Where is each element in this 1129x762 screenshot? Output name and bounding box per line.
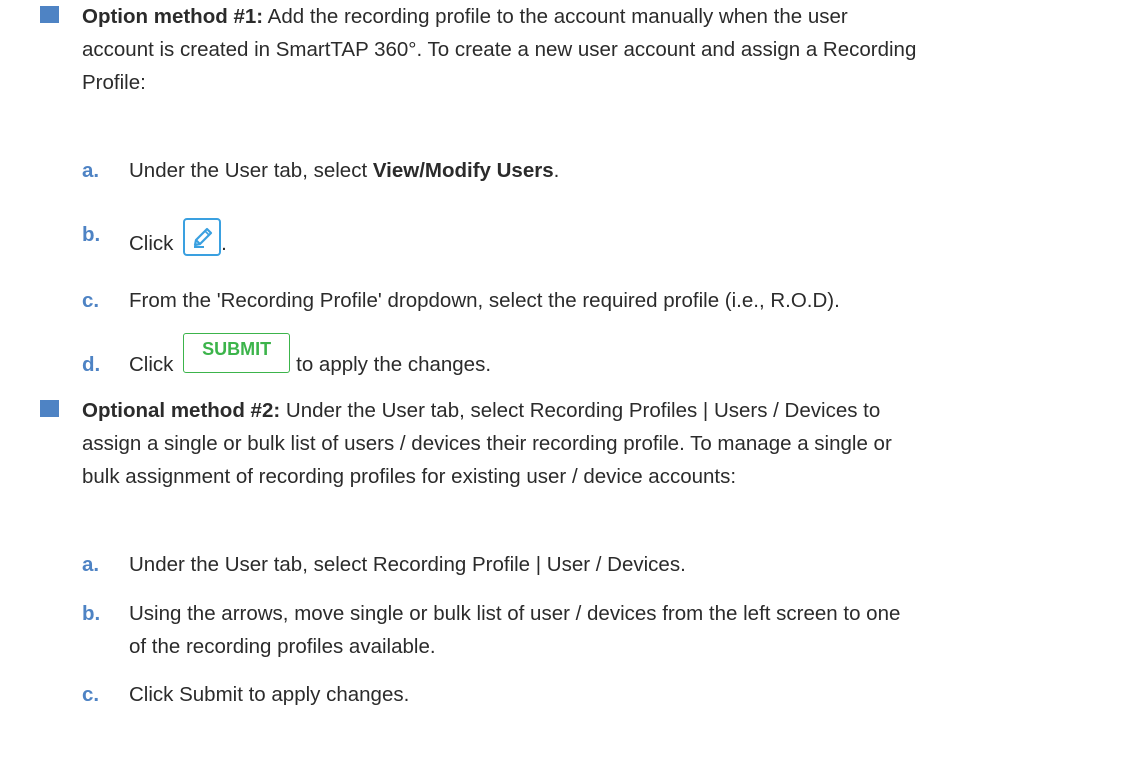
step-letter: c. <box>82 683 100 706</box>
method1-step-a: Under the User tab, select View/Modify U… <box>129 154 1089 187</box>
step-letter: b. <box>82 602 101 625</box>
method1-line1: Add the recording profile to the account… <box>267 5 848 28</box>
method2-step-a: Under the User tab, select Recording Pro… <box>129 553 686 576</box>
step-letter: c. <box>82 289 100 312</box>
method1-step-b: Click . <box>129 218 1089 260</box>
step-letter: a. <box>82 159 100 182</box>
method1-line2: account is created in SmartTAP 360°. To … <box>82 38 917 61</box>
bullet-square-icon <box>40 6 59 23</box>
view-modify-users-label: View/Modify Users <box>372 159 554 182</box>
method2-step-b: Using the arrows, move single or bulk li… <box>129 597 1089 663</box>
document-page: Option method #1: Add the recording prof… <box>0 0 1129 762</box>
method2-line1: Under the User tab, select Recording Pro… <box>285 399 881 422</box>
method1-line3: Profile: <box>82 71 146 94</box>
method2-line2: assign a single or bulk list of users / … <box>82 432 892 455</box>
step-text: Under the User tab, select <box>129 159 373 182</box>
bullet-square-icon <box>40 400 59 417</box>
step-text: . <box>553 159 560 182</box>
method1-step-d: Click SUBMITto apply the changes. <box>129 333 1089 393</box>
step-letter: b. <box>82 223 101 246</box>
method2-step-b-line1: Using the arrows, move single or bulk li… <box>129 602 901 625</box>
method2-step-c: Click Submit to apply changes. <box>129 683 410 706</box>
method1-lead: Option method #1: <box>82 5 264 28</box>
submit-button[interactable]: SUBMIT <box>183 333 291 373</box>
pencil-edit-icon <box>194 227 213 248</box>
step-text: Click <box>129 232 174 255</box>
method1-paragraph: Option method #1: Add the recording prof… <box>82 0 1092 99</box>
step-text: . <box>221 232 227 255</box>
step-text: to apply the changes. <box>296 353 492 376</box>
step-text: Click <box>129 353 174 376</box>
method2-paragraph: Optional method #2: Under the User tab, … <box>82 394 1092 493</box>
method2-step-b-line2: of the recording profiles available. <box>129 635 436 658</box>
step-letter: d. <box>82 353 101 376</box>
method1-step-c: From the 'Recording Profile' dropdown, s… <box>129 289 840 312</box>
method2-lead: Optional method #2: <box>82 399 281 422</box>
edit-button[interactable] <box>183 218 222 256</box>
method2-line3: bulk assignment of recording profiles fo… <box>82 465 737 488</box>
step-letter: a. <box>82 553 100 576</box>
